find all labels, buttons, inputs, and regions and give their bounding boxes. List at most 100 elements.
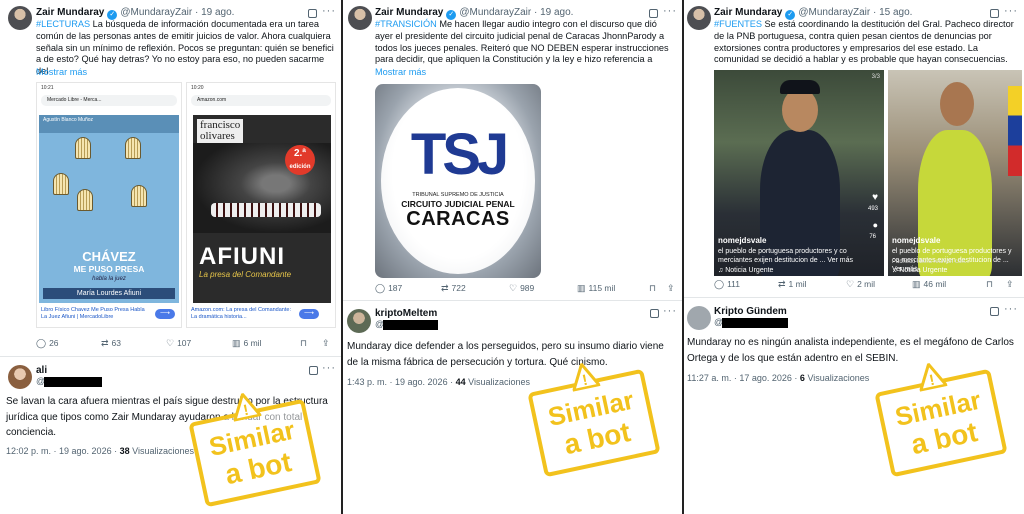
- comment-icon[interactable]: ●: [873, 220, 878, 230]
- reply-meta: 12:02 p. m. · 19 ago. 2026 · 38 Visualiz…: [6, 446, 194, 456]
- redaction-bar: [44, 377, 102, 387]
- book-cover-chavez: Agustín Blanco Muñoz CHÁVEZ ME PUSO PRES…: [39, 115, 179, 303]
- open-link-button[interactable]: ⟶: [299, 309, 319, 319]
- more-icon[interactable]: ···: [663, 305, 677, 317]
- warning-icon: !: [919, 362, 948, 392]
- avatar[interactable]: [8, 6, 32, 30]
- main-tweet[interactable]: Zair Mundaray ✓ @MundarayZair · 19 ago. ··…: [0, 0, 341, 355]
- grok-icon[interactable]: [308, 9, 317, 18]
- hashtag[interactable]: #FUENTES: [714, 19, 762, 29]
- tweet-date[interactable]: · 15 ago.: [873, 7, 912, 18]
- author-handle[interactable]: @MundarayZair: [798, 7, 870, 18]
- reply-icon: ◯: [36, 338, 47, 348]
- more-icon[interactable]: ···: [322, 5, 336, 17]
- grok-icon[interactable]: [990, 307, 999, 316]
- warning-icon: !: [233, 392, 262, 422]
- more-icon[interactable]: ···: [1004, 303, 1018, 315]
- media-video-left[interactable]: 3/3 ♥ 493 ● 76 nomejdsvale el pueblo de …: [714, 70, 884, 276]
- cage-icon: [131, 185, 147, 207]
- video-caption: el pueblo de portuguesa productores y co…: [718, 248, 854, 264]
- more-icon[interactable]: ···: [663, 5, 677, 17]
- show-more-link[interactable]: Mostrar más: [375, 67, 426, 77]
- reply-button[interactable]: ◯ 26: [36, 338, 59, 349]
- like-button[interactable]: ♡ 2 mil: [846, 279, 875, 290]
- reply-button[interactable]: ◯ 187: [375, 283, 402, 294]
- author-name[interactable]: Zair Mundaray: [375, 7, 443, 18]
- author-handle[interactable]: @MundarayZair: [120, 7, 192, 18]
- avatar[interactable]: [347, 309, 371, 333]
- media-screenshot-mercadolibre[interactable]: 10:21 Mercado Libre - Merca... Agustín B…: [36, 82, 182, 328]
- share-button[interactable]: ⇪: [667, 283, 678, 294]
- share-button[interactable]: ⇪: [1006, 279, 1017, 290]
- like-icon[interactable]: ♥: [872, 192, 878, 203]
- avatar[interactable]: [687, 6, 711, 30]
- heart-icon: ♡: [509, 283, 518, 293]
- grok-icon[interactable]: [309, 366, 318, 375]
- tweet-date[interactable]: · 19 ago.: [195, 7, 234, 18]
- main-tweet[interactable]: Zair Mundaray ✓ @MundarayZair · 15 ago. ··…: [684, 0, 1024, 300]
- views-button[interactable]: ▥ 115 mil: [577, 283, 615, 294]
- hashtag[interactable]: #TRANSICIÓN: [375, 19, 437, 29]
- grok-icon[interactable]: [650, 309, 659, 318]
- status-bar: 10:21: [41, 85, 54, 91]
- open-link-button[interactable]: ⟶: [155, 309, 175, 319]
- reply-icon: ◯: [714, 279, 725, 289]
- panel-2: Zair Mundaray ✓ @MundarayZair · 19 ago. ··…: [343, 0, 682, 514]
- repost-icon: ⇄: [101, 338, 109, 348]
- book-title-1: CHÁVEZ: [82, 249, 136, 264]
- author-name[interactable]: kriptoMeltem: [375, 308, 437, 319]
- main-tweet[interactable]: Zair Mundaray ✓ @MundarayZair · 19 ago. ··…: [343, 0, 682, 302]
- grok-icon[interactable]: [990, 9, 999, 18]
- more-icon[interactable]: ···: [322, 362, 336, 374]
- edition-badge: 2.ª edición: [285, 145, 315, 175]
- like-button[interactable]: ♡ 989: [509, 283, 534, 294]
- author-name[interactable]: Zair Mundaray: [36, 7, 104, 18]
- cage-icon: [75, 137, 91, 159]
- repost-button[interactable]: ⇄ 63: [101, 338, 121, 349]
- book-author: francisco olivares: [197, 119, 244, 143]
- avatar[interactable]: [348, 6, 372, 30]
- repost-button[interactable]: ⇄ 1 mil: [778, 279, 807, 290]
- comment-count: 76: [869, 234, 876, 240]
- like-button[interactable]: ♡ 107: [166, 338, 191, 349]
- more-icon[interactable]: ···: [1004, 5, 1018, 17]
- heart-icon: ♡: [166, 338, 175, 348]
- bookmark-button[interactable]: ⊓: [649, 283, 659, 294]
- media-video-right[interactable]: nomejdsvale el pueblo de portuguesa prod…: [888, 70, 1022, 276]
- avatar[interactable]: [8, 365, 32, 389]
- show-more-link[interactable]: Mostrar más: [36, 67, 87, 77]
- repost-icon: ⇄: [441, 283, 449, 293]
- bookmark-button[interactable]: ⊓: [300, 338, 310, 349]
- like-count: 493: [867, 206, 878, 212]
- reply-meta: 1:43 p. m. · 19 ago. 2026 · 44 Visualiza…: [347, 377, 530, 387]
- share-button[interactable]: ⇪: [322, 338, 333, 349]
- link-caption[interactable]: Amazon.com: La presa del Comandante: La …: [191, 307, 291, 321]
- bookmark-icon: ⊓: [649, 283, 657, 293]
- repost-button[interactable]: ⇄ 722: [441, 283, 466, 294]
- views-button[interactable]: ▥ 6 mil: [232, 338, 261, 349]
- media-tsj-photo[interactable]: TSJ TRIBUNAL SUPREMO DE JUSTICIA CIRCUIT…: [375, 84, 541, 278]
- views-icon: ▥: [912, 279, 921, 289]
- share-icon: ⇪: [322, 338, 330, 348]
- hashtag[interactable]: #LECTURAS: [36, 19, 90, 29]
- heart-icon: ♡: [846, 279, 855, 289]
- book-author-name: María Lourdes Afiuni: [43, 288, 175, 299]
- views-button[interactable]: ▥ 46 mil: [912, 279, 946, 290]
- author-name[interactable]: Zair Mundaray: [714, 7, 782, 18]
- bookmark-icon: ⊓: [300, 338, 308, 348]
- reply-header: Kripto Gündem: [714, 306, 787, 317]
- share-icon: ⇪: [667, 283, 675, 293]
- cage-icon: [77, 189, 93, 211]
- avatar[interactable]: [687, 306, 711, 330]
- author-handle[interactable]: @MundarayZair: [459, 7, 531, 18]
- author-name[interactable]: Kripto Gündem: [714, 306, 787, 317]
- author-name[interactable]: ali: [36, 365, 47, 376]
- reply-text: Mundaray dice defender a los perseguidos…: [347, 341, 664, 368]
- bookmark-button[interactable]: ⊓: [986, 279, 996, 290]
- redaction-bar: [722, 318, 788, 328]
- link-caption[interactable]: Libro Físico Chavez Me Puso Presa Habla …: [41, 307, 149, 321]
- tweet-date[interactable]: · 19 ago.: [534, 7, 573, 18]
- media-screenshot-amazon[interactable]: 10:20 Amazon.com francisco olivares 2.ª ed…: [186, 82, 336, 328]
- grok-icon[interactable]: [649, 9, 658, 18]
- reply-button[interactable]: ◯ 111: [714, 279, 740, 290]
